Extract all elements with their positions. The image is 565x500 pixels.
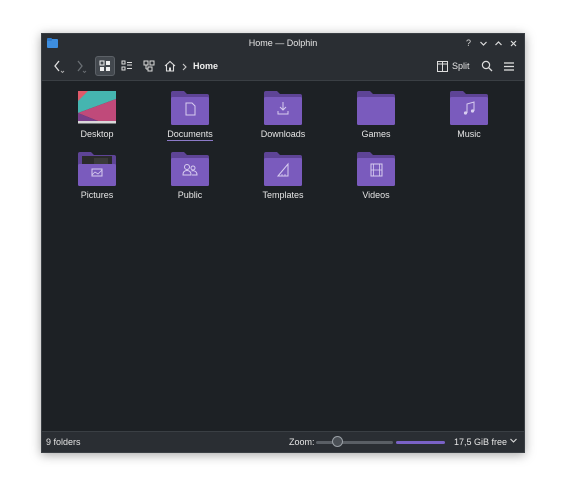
folder-item-videos[interactable]: Videos — [336, 152, 416, 200]
status-bar: 9 folders Zoom: 17,5 GiB free — [42, 431, 524, 452]
window-controls: ? — [462, 36, 520, 50]
folder-item-music[interactable]: Music — [429, 91, 509, 139]
maximize-button[interactable] — [492, 36, 505, 50]
item-label: Public — [177, 190, 203, 200]
home-button[interactable] — [160, 56, 180, 76]
chevron-down-icon — [480, 41, 487, 46]
toolbar: Home Split — [42, 52, 524, 81]
folder-item-pictures[interactable]: Pictures — [57, 152, 137, 200]
file-view[interactable]: Desktop Documents Downloads Games Music … — [42, 81, 524, 432]
item-label: Pictures — [80, 190, 114, 200]
used-space-fill — [396, 441, 445, 444]
documents-folder-icon — [171, 91, 209, 125]
zoom-slider[interactable] — [316, 441, 393, 444]
folder-count: 9 folders — [46, 437, 81, 447]
folder-item-games[interactable]: Games — [336, 91, 416, 139]
back-button[interactable] — [48, 56, 68, 76]
free-space-label[interactable]: 17,5 GiB free — [454, 437, 507, 447]
folder-item-desktop[interactable]: Desktop — [57, 91, 137, 139]
icons-view-icon — [99, 60, 110, 71]
compact-view-button[interactable] — [117, 56, 137, 76]
split-button[interactable]: Split — [437, 57, 470, 75]
forward-arrow-icon — [77, 60, 87, 74]
item-label: Games — [361, 129, 391, 139]
search-button[interactable] — [477, 56, 497, 76]
compact-view-icon — [121, 60, 132, 71]
pictures-folder-icon — [78, 152, 116, 186]
games-folder-icon — [357, 91, 395, 125]
item-label: Videos — [362, 190, 390, 200]
item-label: Music — [457, 129, 481, 139]
window-title: Home — Dolphin — [248, 38, 318, 48]
desktop-folder-icon — [78, 91, 116, 124]
help-button[interactable]: ? — [462, 36, 475, 50]
breadcrumb-current[interactable]: Home — [193, 61, 218, 71]
hamburger-menu-button[interactable] — [499, 56, 519, 76]
item-label: Downloads — [260, 129, 306, 139]
back-arrow-icon — [54, 60, 65, 74]
details-view-button[interactable] — [139, 56, 159, 76]
split-view-icon — [437, 60, 448, 72]
split-label: Split — [452, 61, 470, 71]
free-space-bar[interactable] — [396, 441, 445, 444]
item-label: Documents — [167, 129, 213, 141]
close-icon — [510, 40, 517, 46]
search-icon — [481, 60, 493, 72]
music-folder-icon — [450, 91, 488, 125]
zoom-label: Zoom: — [289, 437, 315, 447]
downloads-folder-icon — [264, 91, 302, 125]
forward-button[interactable] — [70, 56, 90, 76]
videos-folder-icon — [357, 152, 395, 186]
hamburger-menu-icon — [504, 61, 514, 71]
close-button[interactable] — [507, 36, 520, 50]
chevron-down-icon[interactable] — [509, 436, 518, 445]
zoom-slider-handle[interactable] — [332, 436, 344, 447]
folder-item-documents[interactable]: Documents — [150, 91, 230, 141]
folder-item-templates[interactable]: Templates — [243, 152, 323, 200]
icons-view-button[interactable] — [95, 56, 115, 76]
breadcrumb-separator-icon — [182, 63, 187, 71]
home-icon — [164, 60, 176, 72]
item-label: Desktop — [80, 129, 114, 139]
chevron-up-icon — [495, 40, 502, 45]
templates-folder-icon — [264, 152, 302, 186]
item-label: Templates — [262, 190, 304, 200]
details-view-icon — [143, 60, 155, 72]
folder-item-public[interactable]: Public — [150, 152, 230, 200]
minimize-button[interactable] — [477, 36, 490, 50]
folder-item-downloads[interactable]: Downloads — [243, 91, 323, 139]
public-folder-icon — [171, 152, 209, 186]
dolphin-window: Home — Dolphin ? Home Split Desktop Docu… — [41, 33, 525, 453]
title-bar: Home — Dolphin ? — [42, 34, 524, 52]
